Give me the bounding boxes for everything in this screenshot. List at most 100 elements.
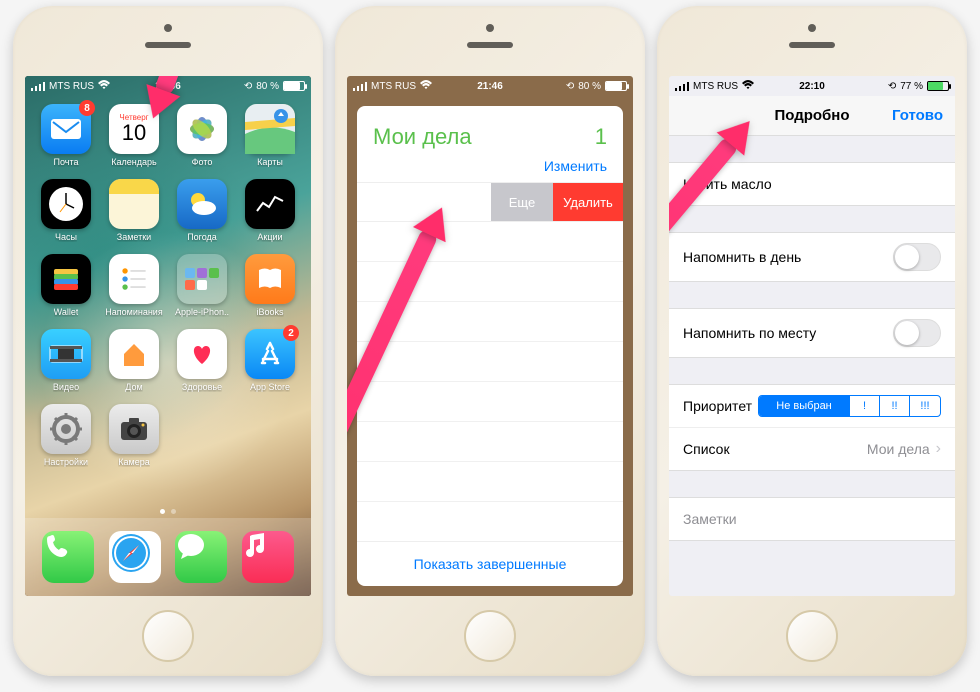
remind-loc-label: Напомнить по месту bbox=[683, 325, 816, 341]
cal-date: 10 bbox=[122, 122, 146, 144]
app-video[interactable]: Видео bbox=[35, 329, 97, 392]
dock-phone[interactable] bbox=[42, 531, 94, 583]
app-label: Видео bbox=[53, 382, 79, 392]
priority-row: Приоритет Не выбран ! !! !!! bbox=[669, 385, 955, 428]
reminder-item-text: а bbox=[357, 183, 453, 221]
app-wallet[interactable]: Wallet bbox=[35, 254, 97, 317]
priority-opt-med[interactable]: !! bbox=[880, 396, 910, 416]
show-completed-button[interactable]: Показать завершенные bbox=[357, 541, 623, 586]
remind-loc-toggle[interactable] bbox=[893, 319, 941, 347]
status-time: 21:46 bbox=[477, 81, 503, 92]
delete-button[interactable]: Удалить bbox=[553, 183, 623, 221]
app-label: Часы bbox=[55, 232, 77, 242]
priority-segmented[interactable]: Не выбран ! !! !!! bbox=[758, 395, 941, 417]
list-row[interactable]: Список Мои дела › bbox=[669, 428, 955, 470]
more-button[interactable]: Еще bbox=[491, 183, 553, 221]
signal-bars-icon bbox=[353, 81, 371, 91]
page-indicator[interactable] bbox=[160, 509, 176, 514]
app-reminders[interactable]: Напоминания bbox=[103, 254, 165, 317]
carrier-label: MTS RUS bbox=[49, 81, 94, 92]
reminder-title-row[interactable]: Купить масло bbox=[669, 163, 955, 205]
priority-label: Приоритет bbox=[683, 398, 752, 414]
app-notes[interactable]: Заметки bbox=[103, 179, 165, 242]
remind-at-loc-row: Напомнить по месту bbox=[669, 309, 955, 357]
app-camera[interactable]: Камера bbox=[103, 404, 165, 467]
app-stocks[interactable]: Акции bbox=[239, 179, 301, 242]
status-bar: MTS RUS 22:10 ⟲ 77 % bbox=[669, 76, 955, 96]
battery-icon bbox=[927, 81, 949, 91]
app-label: Погода bbox=[187, 232, 217, 242]
mail-badge: 8 bbox=[79, 100, 95, 116]
status-bar: MTS RUS 21:46 ⟲ 80 % bbox=[25, 76, 311, 96]
app-label: Дом bbox=[125, 382, 142, 392]
phone-detail: MTS RUS 22:10 ⟲ 77 % Подробно Готово Куп… bbox=[657, 6, 967, 676]
wifi-icon bbox=[420, 80, 432, 93]
app-label: Apple-iPhon.. bbox=[175, 307, 229, 317]
status-bar: MTS RUS 21:46 ⟲ 80 % bbox=[347, 76, 633, 96]
notes-label: Заметки bbox=[683, 511, 737, 527]
app-label: Акции bbox=[257, 232, 282, 242]
app-photos[interactable]: Фото bbox=[171, 104, 233, 167]
priority-opt-low[interactable]: ! bbox=[850, 396, 880, 416]
remind-on-day-row: Напомнить в день bbox=[669, 233, 955, 281]
app-folder[interactable]: Apple-iPhon.. bbox=[171, 254, 233, 317]
app-label: Напоминания bbox=[105, 307, 162, 317]
app-label: Здоровье bbox=[182, 382, 222, 392]
battery-percent: 77 % bbox=[900, 81, 923, 92]
rotation-lock-icon: ⟲ bbox=[888, 81, 896, 92]
chevron-right-icon: › bbox=[936, 440, 941, 458]
rotation-lock-icon: ⟲ bbox=[566, 81, 574, 92]
carrier-label: MTS RUS bbox=[371, 81, 416, 92]
reminders-screen: Мои дела 1 Изменить а Еще Удалить Показа… bbox=[347, 76, 633, 596]
app-clock[interactable]: Часы bbox=[35, 179, 97, 242]
reminder-name: Купить масло bbox=[683, 176, 772, 192]
battery-icon bbox=[605, 81, 627, 91]
remind-day-label: Напомнить в день bbox=[683, 249, 801, 265]
status-time: 21:46 bbox=[155, 81, 181, 92]
battery-percent: 80 % bbox=[256, 81, 279, 92]
notes-row[interactable]: Заметки bbox=[669, 498, 955, 540]
signal-bars-icon bbox=[31, 81, 49, 91]
status-time: 22:10 bbox=[799, 81, 825, 92]
phone-reminders: MTS RUS 21:46 ⟲ 80 % Мои дела 1 Изменить… bbox=[335, 6, 645, 676]
app-label: Заметки bbox=[117, 232, 151, 242]
wifi-icon bbox=[742, 80, 754, 93]
edit-button[interactable]: Изменить bbox=[357, 158, 623, 182]
battery-icon bbox=[283, 81, 305, 91]
dock-music[interactable] bbox=[242, 531, 294, 583]
remind-day-toggle[interactable] bbox=[893, 243, 941, 271]
wifi-icon bbox=[98, 80, 110, 93]
app-maps[interactable]: Карты bbox=[239, 104, 301, 167]
app-home[interactable]: Дом bbox=[103, 329, 165, 392]
reminder-item-swiped[interactable]: а Еще Удалить bbox=[357, 182, 623, 222]
app-calendar[interactable]: Четверг10Календарь bbox=[103, 104, 165, 167]
app-label: Wallet bbox=[54, 307, 79, 317]
app-label: Календарь bbox=[111, 157, 156, 167]
done-button[interactable]: Готово bbox=[892, 107, 943, 124]
list-value: Мои дела bbox=[867, 441, 930, 457]
list-label: Список bbox=[683, 441, 730, 457]
phone-home: MTS RUS 21:46 ⟲ 80 % 8Почта Четверг10Кал… bbox=[13, 6, 323, 676]
app-mail[interactable]: 8Почта bbox=[35, 104, 97, 167]
app-label: Карты bbox=[257, 157, 283, 167]
priority-opt-high[interactable]: !!! bbox=[910, 396, 940, 416]
app-ibooks[interactable]: iBooks bbox=[239, 254, 301, 317]
app-label: Почта bbox=[54, 157, 79, 167]
dock-safari[interactable] bbox=[109, 531, 161, 583]
carrier-label: MTS RUS bbox=[693, 81, 738, 92]
reminder-list-title: Мои дела bbox=[373, 124, 472, 150]
app-weather[interactable]: Погода bbox=[171, 179, 233, 242]
app-label: Настройки bbox=[44, 457, 88, 467]
app-appstore[interactable]: 2App Store bbox=[239, 329, 301, 392]
app-label: Фото bbox=[192, 157, 213, 167]
home-screen: 8Почта Четверг10Календарь Фото Карты Час… bbox=[25, 76, 311, 596]
reminder-count: 1 bbox=[595, 124, 607, 150]
dock-messages[interactable] bbox=[175, 531, 227, 583]
priority-opt-none[interactable]: Не выбран bbox=[759, 396, 850, 416]
app-health[interactable]: Здоровье bbox=[171, 329, 233, 392]
app-settings[interactable]: Настройки bbox=[35, 404, 97, 467]
nav-bar: Подробно Готово bbox=[669, 96, 955, 136]
signal-bars-icon bbox=[675, 81, 693, 91]
empty-lines[interactable] bbox=[357, 222, 623, 541]
rotation-lock-icon: ⟲ bbox=[244, 81, 252, 92]
